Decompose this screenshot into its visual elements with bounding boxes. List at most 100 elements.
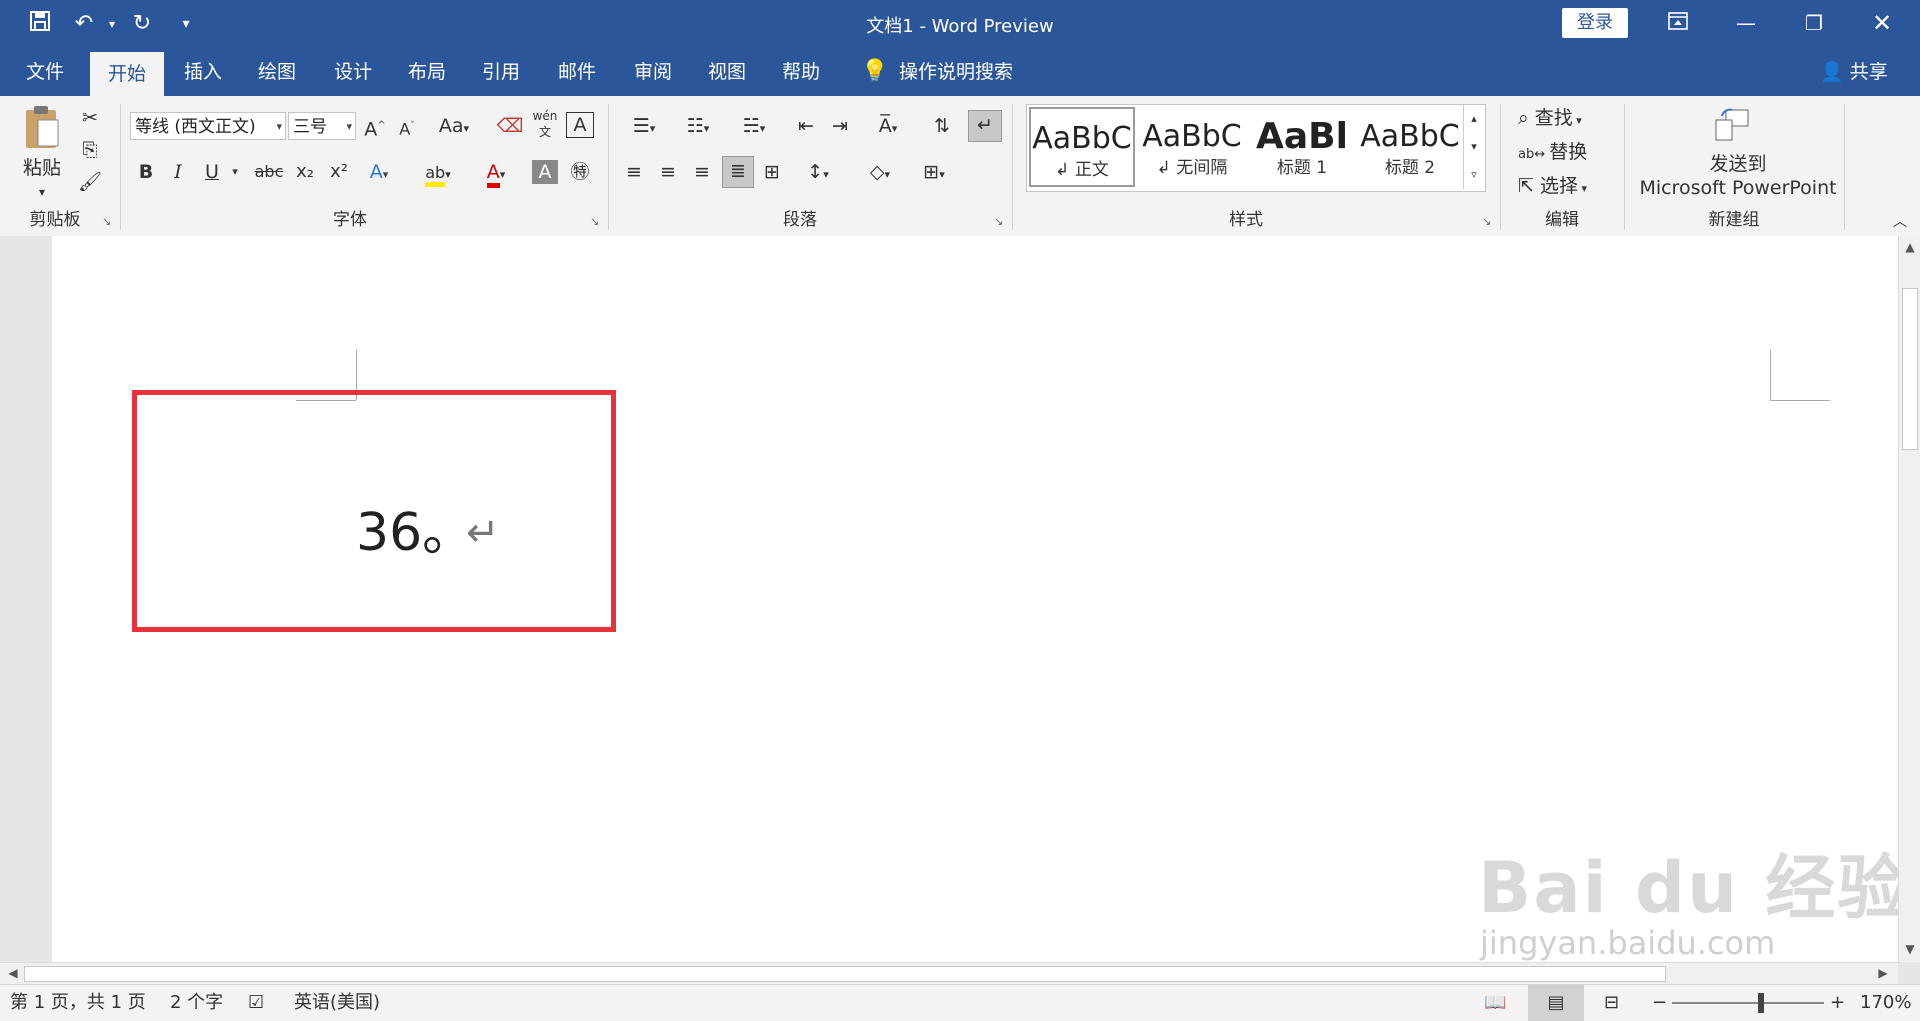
font-size-select[interactable]: 三号 ▾ [288, 112, 356, 140]
numbering-icon[interactable]: ☷▾ [676, 112, 720, 140]
tab-view[interactable]: 视图 [692, 48, 762, 96]
shrink-font-icon[interactable]: Aˇ [394, 112, 420, 140]
chevron-down-icon: ▾ [463, 122, 470, 135]
styles-launcher-icon[interactable]: ↘ [1482, 216, 1494, 228]
decrease-indent-icon[interactable]: ⇤ [792, 112, 820, 140]
increase-indent-icon[interactable]: ⇥ [826, 112, 854, 140]
zoom-slider-thumb[interactable] [1758, 993, 1764, 1013]
styles-more-icon[interactable]: ▿ [1463, 161, 1484, 189]
bullets-icon[interactable]: ☰▾ [622, 112, 666, 140]
chinese-layout-icon[interactable]: A̅▾ [866, 112, 910, 140]
tab-mailings[interactable]: 邮件 [542, 48, 612, 96]
character-border-icon[interactable]: A [566, 112, 594, 138]
minimize-icon[interactable]: — [1716, 8, 1776, 38]
separator [1012, 104, 1013, 230]
cut-icon[interactable]: ✂ [76, 104, 104, 132]
borders-icon[interactable]: ⊞▾ [912, 158, 956, 186]
style-heading-2[interactable]: AaBbC 标题 2 [1357, 107, 1463, 189]
tab-home[interactable]: 开始 [90, 52, 164, 96]
vertical-scroll-thumb[interactable] [1902, 288, 1918, 450]
find-button[interactable]: ⌕ 查找 ▾ [1518, 104, 1622, 132]
highlight-color-icon[interactable]: ab▾ [416, 158, 460, 187]
underline-dropdown-icon[interactable]: ▾ [228, 158, 242, 186]
lightbulb-icon[interactable]: 💡 [860, 48, 890, 96]
word-count[interactable]: 2 个字 [170, 985, 223, 1021]
page-count[interactable]: 第 1 页，共 1 页 [10, 985, 146, 1021]
font-name-select[interactable]: 等线 (西文正文) ▾ [130, 112, 286, 140]
clipboard-launcher-icon[interactable]: ↘ [102, 216, 114, 228]
styles-scroll-up-icon[interactable]: ▴ [1463, 105, 1484, 133]
shading-icon[interactable]: ◇▾ [858, 158, 902, 186]
paste-icon[interactable] [18, 104, 66, 152]
style-normal[interactable]: AaBbC ↲ 正文 [1029, 107, 1135, 187]
paragraph-text[interactable]: 36。 [356, 498, 474, 568]
text-effects-icon[interactable]: A▾ [364, 158, 394, 186]
font-color-icon[interactable]: A▾ [474, 158, 518, 188]
copy-icon[interactable]: ⎘ [76, 136, 104, 164]
language-indicator[interactable]: 英语(美国) [294, 985, 380, 1021]
horizontal-scroll-thumb[interactable] [24, 966, 1666, 982]
proofing-icon[interactable]: ☑ [248, 985, 264, 1021]
ribbon-display-options-icon[interactable] [1648, 8, 1708, 38]
tab-layout[interactable]: 布局 [392, 48, 462, 96]
scroll-right-icon[interactable]: ▶ [1872, 966, 1894, 980]
restore-icon[interactable]: ❐ [1784, 8, 1844, 38]
format-painter-icon[interactable]: 🖌 [76, 168, 104, 196]
italic-button[interactable]: I [166, 158, 190, 186]
tab-design[interactable]: 设计 [318, 48, 388, 96]
distributed-icon[interactable]: ⊞ [758, 158, 786, 186]
font-launcher-icon[interactable]: ↘ [590, 216, 602, 228]
multilevel-list-icon[interactable]: ☵▾ [732, 112, 776, 140]
styles-scroll-down-icon[interactable]: ▾ [1463, 133, 1484, 161]
tab-insert[interactable]: 插入 [168, 48, 238, 96]
tab-draw[interactable]: 绘图 [242, 48, 312, 96]
zoom-out-icon[interactable]: − [1652, 985, 1667, 1021]
tab-references[interactable]: 引用 [466, 48, 536, 96]
style-no-spacing[interactable]: AaBbC ↲ 无间隔 [1139, 107, 1245, 189]
phonetic-guide-button[interactable]: wén 文 [530, 108, 560, 142]
zoom-level[interactable]: 170% [1860, 985, 1911, 1021]
read-mode-icon[interactable]: 📖 [1484, 985, 1506, 1021]
horizontal-scrollbar[interactable]: ◀ ▶ [0, 962, 1898, 984]
align-center-icon[interactable]: ≡ [654, 158, 682, 186]
vertical-scrollbar[interactable]: ▲ ▼ [1898, 236, 1920, 962]
change-case-button[interactable]: Aa▾ [432, 112, 476, 140]
sort-icon[interactable]: ⇅ [928, 112, 956, 140]
line-spacing-icon[interactable]: ↕▾ [796, 158, 840, 186]
web-layout-icon[interactable]: ⊟ [1604, 985, 1619, 1021]
strikethrough-button[interactable]: abc [252, 158, 286, 186]
replace-button[interactable]: ab↔ 替换 [1518, 138, 1622, 166]
paragraph-launcher-icon[interactable]: ↘ [994, 216, 1006, 228]
justify-icon[interactable]: ≣ [722, 156, 754, 188]
share-button[interactable]: 👤 共享 [1820, 48, 1888, 96]
group-label-paragraph: 段落 [783, 210, 817, 230]
send-to-powerpoint-icon[interactable] [1712, 106, 1752, 146]
grow-font-icon[interactable]: A^ [362, 112, 388, 140]
paste-dropdown-icon[interactable]: ▾ [30, 178, 54, 206]
tell-me-search[interactable]: 操作说明搜索 [896, 48, 1016, 96]
show-marks-icon[interactable]: ↵ [968, 110, 1002, 142]
tab-file[interactable]: 文件 [10, 48, 80, 96]
superscript-button[interactable]: x² [326, 158, 352, 186]
align-right-icon[interactable]: ≡ [688, 158, 716, 186]
print-layout-icon[interactable]: ▤ [1528, 985, 1584, 1021]
select-button[interactable]: ⇱ 选择 ▾ [1518, 172, 1622, 200]
underline-button[interactable]: U [200, 158, 224, 186]
character-shading-icon[interactable]: A [532, 160, 558, 184]
scroll-down-icon[interactable]: ▼ [1899, 942, 1920, 956]
close-icon[interactable]: ✕ [1852, 8, 1912, 38]
clear-formatting-icon[interactable]: ⌫ [496, 112, 524, 140]
collapse-ribbon-icon[interactable]: ︿ [1888, 208, 1912, 236]
align-left-icon[interactable]: ≡ [620, 158, 648, 186]
subscript-button[interactable]: x₂ [292, 158, 318, 186]
scroll-up-icon[interactable]: ▲ [1899, 240, 1920, 254]
bold-button[interactable]: B [134, 158, 158, 186]
tab-review[interactable]: 审阅 [618, 48, 688, 96]
login-button[interactable]: 登录 [1562, 8, 1628, 38]
tab-help[interactable]: 帮助 [766, 48, 836, 96]
scroll-left-icon[interactable]: ◀ [2, 966, 24, 980]
zoom-slider[interactable] [1672, 1002, 1824, 1004]
zoom-in-icon[interactable]: + [1830, 985, 1845, 1021]
enclose-characters-icon[interactable]: ㊕ [566, 158, 594, 186]
style-heading-1[interactable]: AaBl 标题 1 [1249, 107, 1355, 189]
